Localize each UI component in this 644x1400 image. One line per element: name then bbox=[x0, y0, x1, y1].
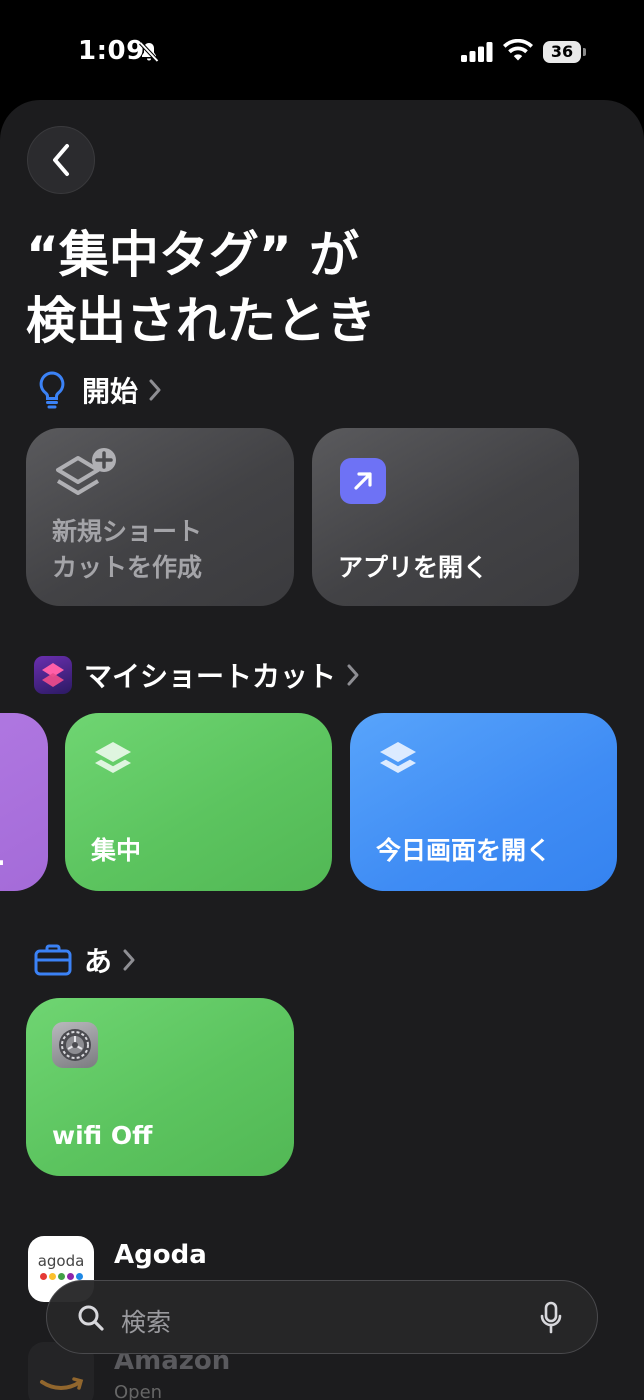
new-shortcut-label: 新規ショート カットを作成 bbox=[52, 514, 202, 586]
arrow-up-right-icon bbox=[354, 472, 372, 490]
shortcuts-app-icon bbox=[34, 656, 72, 694]
shortcut-card-today[interactable]: 今日画面を開く bbox=[350, 713, 617, 891]
page-title: “集中タグ” が 検出されたとき bbox=[26, 222, 616, 354]
new-shortcut-label-line1: 新規ショート bbox=[52, 517, 203, 546]
shortcut-card-focus[interactable]: 集中 bbox=[65, 713, 332, 891]
briefcase-icon bbox=[34, 944, 72, 976]
shortcut-card-partial-label: . bbox=[0, 839, 6, 875]
wifi-icon bbox=[503, 39, 533, 61]
battery-indicator: 36 bbox=[543, 41, 581, 63]
app-name-agoda: Agoda bbox=[114, 1240, 207, 1270]
lightbulb-icon bbox=[39, 371, 65, 409]
status-time: 1:09 bbox=[78, 36, 145, 66]
chevron-left-icon bbox=[53, 144, 69, 176]
open-app-label: アプリを開く bbox=[338, 553, 489, 582]
shortcut-card-focus-label: 集中 bbox=[91, 836, 142, 865]
cellular-signal-icon bbox=[461, 42, 493, 62]
settings-app-icon bbox=[52, 1022, 98, 1068]
chevron-right-icon bbox=[347, 664, 359, 686]
microphone-icon[interactable] bbox=[539, 1301, 563, 1335]
chevron-right-icon bbox=[123, 949, 135, 971]
app-subtitle-amazon: Open Amazon bbox=[114, 1382, 163, 1400]
title-line-2: 検出されたとき bbox=[26, 292, 376, 350]
layers-plus-icon bbox=[56, 448, 116, 495]
battery-cap bbox=[583, 48, 586, 56]
bell-slash-icon bbox=[139, 41, 159, 63]
open-app-tile bbox=[340, 458, 386, 504]
section-header-a[interactable]: あ bbox=[34, 940, 136, 980]
layers-icon bbox=[380, 742, 416, 773]
layers-icon bbox=[95, 742, 131, 773]
shortcuts-logo-icon bbox=[42, 663, 64, 687]
section-header-my-shortcuts[interactable]: マイショートカット bbox=[34, 655, 360, 695]
agoda-logo-dots bbox=[28, 1273, 94, 1280]
open-app-card[interactable]: アプリを開く bbox=[312, 428, 579, 606]
search-bar[interactable]: 検索 bbox=[46, 1280, 598, 1354]
new-shortcut-card[interactable]: 新規ショート カットを作成 bbox=[26, 428, 294, 606]
search-icon bbox=[78, 1305, 104, 1331]
search-input[interactable]: 検索 bbox=[121, 1303, 171, 1339]
section-label-start: 開始 bbox=[82, 375, 139, 408]
status-bar: 1:09 36 bbox=[0, 0, 644, 100]
new-shortcut-label-line2: カットを作成 bbox=[52, 553, 203, 582]
shortcut-card-wifi-off-label: wifi Off bbox=[52, 1121, 153, 1150]
gear-icon bbox=[59, 1029, 91, 1061]
section-label-a: あ bbox=[84, 945, 113, 978]
back-button[interactable] bbox=[27, 126, 95, 194]
shortcut-card-partial[interactable]: . bbox=[0, 713, 48, 891]
agoda-logo-text: agoda bbox=[37, 1252, 85, 1270]
section-header-start[interactable]: 開始 bbox=[34, 370, 162, 410]
section-label-my-shortcuts: マイショートカット bbox=[84, 660, 337, 693]
shortcut-card-wifi-off[interactable]: wifi Off bbox=[26, 998, 294, 1176]
chevron-right-icon bbox=[149, 379, 161, 401]
action-picker-sheet: “集中タグ” が 検出されたとき 開始 新規ショート カットを作成 アプリを開く… bbox=[0, 100, 644, 1400]
title-line-1: “集中タグ” が bbox=[26, 226, 360, 284]
shortcut-card-today-label: 今日画面を開く bbox=[376, 836, 552, 865]
